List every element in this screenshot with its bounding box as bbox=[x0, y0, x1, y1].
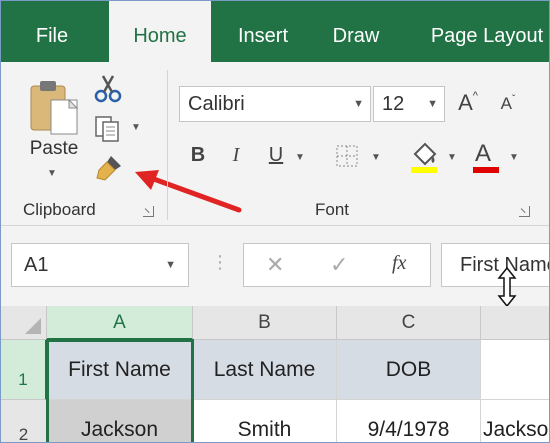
fill-color-button[interactable] bbox=[409, 140, 439, 174]
font-color-button[interactable]: A bbox=[471, 140, 501, 174]
borders-dropdown-icon[interactable]: ▼ bbox=[371, 152, 381, 163]
cell-d2[interactable]: Jackson bbox=[481, 400, 549, 442]
bold-button[interactable]: B bbox=[185, 144, 211, 174]
formula-bar-divider-icon: ⋮ bbox=[211, 252, 229, 272]
borders-icon bbox=[336, 145, 358, 167]
tab-insert[interactable]: Insert bbox=[223, 1, 303, 62]
select-all-corner[interactable] bbox=[1, 306, 47, 340]
font-launcher-icon[interactable] bbox=[519, 206, 530, 217]
tab-page-layout[interactable]: Page Layout bbox=[417, 1, 549, 62]
column-header-b[interactable]: B bbox=[193, 306, 337, 340]
paint-bucket-icon bbox=[411, 142, 437, 173]
tab-file[interactable]: File bbox=[17, 1, 87, 62]
column-header-c[interactable]: C bbox=[337, 306, 481, 340]
paste-icon bbox=[30, 81, 79, 135]
enter-icon[interactable]: ✓ bbox=[330, 252, 348, 278]
underline-label: U bbox=[268, 144, 284, 166]
paste-label: Paste bbox=[29, 138, 79, 159]
cancel-icon[interactable]: ✕ bbox=[266, 252, 284, 278]
underline-dropdown-icon[interactable]: ▼ bbox=[295, 152, 305, 163]
column-header-d[interactable] bbox=[481, 306, 549, 340]
clipboard-group-label: Clipboard bbox=[23, 200, 96, 219]
copy-button[interactable]: ▼ bbox=[93, 114, 147, 144]
borders-button[interactable] bbox=[335, 144, 361, 170]
cell-a1[interactable]: First Name bbox=[47, 340, 193, 400]
font-size-combo[interactable]: 12 ▼ bbox=[373, 86, 445, 122]
formula-bar: A1 ▼ ⋮ ✕ ✓ fx First Name bbox=[1, 226, 549, 308]
chevron-down-icon: ▼ bbox=[427, 98, 438, 110]
formula-buttons: ✕ ✓ fx bbox=[243, 243, 431, 287]
font-name-combo[interactable]: Calibri ▼ bbox=[179, 86, 371, 122]
italic-button[interactable]: I bbox=[223, 144, 249, 174]
scissors-icon bbox=[94, 75, 122, 103]
format-painter-button[interactable] bbox=[93, 154, 127, 186]
chevron-down-icon[interactable]: ▼ bbox=[165, 244, 176, 286]
font-color-label: A bbox=[475, 140, 492, 167]
fill-color-dropdown-icon[interactable]: ▼ bbox=[447, 152, 457, 163]
cell-c2[interactable]: 9/4/1978 bbox=[337, 400, 481, 442]
copy-dropdown-icon[interactable]: ▼ bbox=[131, 122, 141, 133]
clipboard-launcher-icon[interactable] bbox=[143, 206, 154, 217]
paintbrush-icon bbox=[96, 156, 121, 181]
cell-b2[interactable]: Smith bbox=[193, 400, 337, 442]
insert-function-icon[interactable]: fx bbox=[392, 252, 406, 275]
increase-font-size-button[interactable]: A^ bbox=[455, 90, 481, 120]
formula-input[interactable]: First Name bbox=[441, 243, 549, 287]
row-header-2[interactable]: 2 bbox=[1, 400, 47, 442]
decrease-font-size-button[interactable]: Aˇ bbox=[495, 94, 521, 124]
font-name-value: Calibri bbox=[188, 93, 245, 115]
font-color-swatch bbox=[473, 167, 499, 173]
name-box-value: A1 bbox=[24, 254, 49, 276]
paste-dropdown-icon[interactable]: ▼ bbox=[47, 168, 57, 179]
ribbon-tab-bar: File Home Insert Draw Page Layout bbox=[1, 1, 549, 62]
paste-button[interactable]: Paste ▼ bbox=[19, 74, 89, 192]
row-header-1[interactable]: 1 bbox=[1, 340, 47, 400]
cell-d1[interactable] bbox=[481, 340, 549, 400]
tab-home[interactable]: Home bbox=[109, 1, 211, 62]
shrink-font-label: A bbox=[500, 94, 512, 113]
cut-button[interactable] bbox=[93, 74, 127, 108]
name-box[interactable]: A1 ▼ bbox=[11, 243, 189, 287]
resize-cursor-icon bbox=[497, 266, 517, 308]
underline-button[interactable]: U bbox=[263, 144, 289, 174]
grow-font-label: A bbox=[458, 90, 473, 115]
cell-a2[interactable]: Jackson bbox=[47, 400, 193, 442]
ribbon-home: Paste ▼ ▼ Clipboard Calibri ▼ 12 ▼ A^ Aˇ… bbox=[1, 62, 549, 226]
font-group-label: Font bbox=[315, 200, 350, 219]
group-divider bbox=[167, 70, 168, 220]
copy-icon bbox=[95, 116, 119, 142]
font-color-dropdown-icon[interactable]: ▼ bbox=[509, 152, 519, 163]
font-size-value: 12 bbox=[382, 93, 405, 115]
cell-c1[interactable]: DOB bbox=[337, 340, 481, 400]
select-all-icon bbox=[25, 318, 41, 334]
spreadsheet-grid[interactable]: A B C 1 2 First Name Last Name DOB Jacks… bbox=[1, 306, 549, 442]
chevron-down-icon: ▼ bbox=[353, 98, 364, 110]
cell-b1[interactable]: Last Name bbox=[193, 340, 337, 400]
excel-window: File Home Insert Draw Page Layout Paste … bbox=[0, 0, 550, 443]
tab-draw[interactable]: Draw bbox=[319, 1, 393, 62]
column-header-a[interactable]: A bbox=[47, 306, 193, 340]
